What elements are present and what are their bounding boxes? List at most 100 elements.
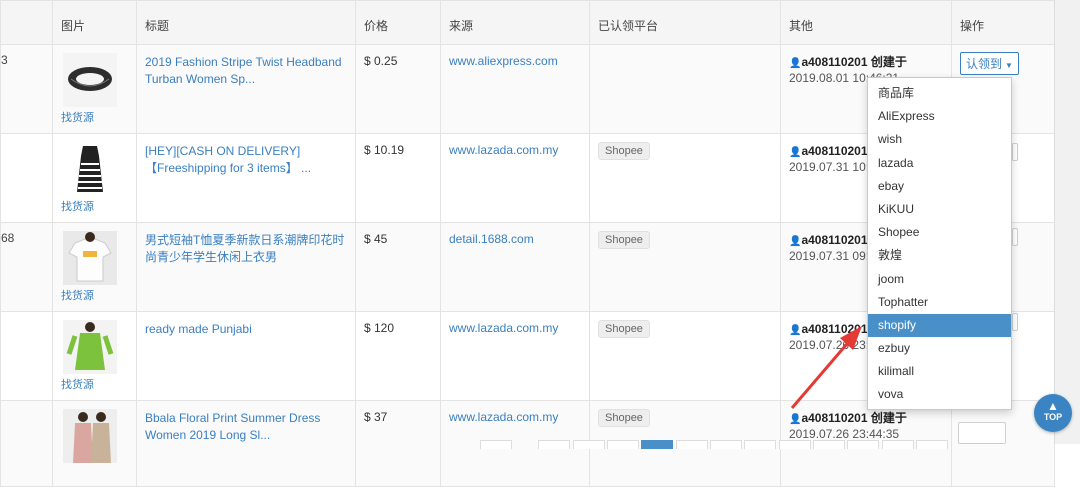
product-thumbnail[interactable] — [63, 231, 117, 285]
page-button-current[interactable] — [641, 440, 674, 449]
platform-cell: Shopee — [589, 133, 781, 223]
page-button[interactable] — [675, 440, 708, 449]
source-cell: www.aliexpress.com — [440, 44, 590, 134]
table-header: 图片 标题 价格 来源 已认领平台 其他 操作 — [0, 0, 1055, 45]
arrow-up-icon: ▲ — [1047, 399, 1059, 413]
dropdown-item[interactable]: vova — [868, 383, 1011, 406]
product-title-link[interactable]: [HEY][CASH ON DELIVERY]【Freeshipping for… — [145, 142, 347, 177]
col-header-actions: 操作 — [951, 0, 1055, 45]
user-icon: 👤 — [789, 325, 802, 336]
title-cell: [HEY][CASH ON DELIVERY]【Freeshipping for… — [136, 133, 356, 223]
row-action-button[interactable] — [1012, 228, 1018, 246]
row-id-cell — [0, 133, 53, 223]
find-source-link[interactable]: 找货源 — [61, 379, 94, 391]
caret-down-icon: ▼ — [1005, 61, 1013, 70]
dropdown-item[interactable]: lazada — [868, 152, 1011, 175]
source-link[interactable]: www.lazada.com.my — [449, 320, 581, 335]
dropdown-item[interactable]: Tophatter — [868, 291, 1011, 314]
platform-badge: Shopee — [598, 142, 650, 160]
platform-cell: Shopee — [589, 311, 781, 401]
dropdown-item[interactable]: 商品库 — [868, 82, 1011, 105]
creator-text: 👤a408110201 创建于 — [789, 409, 943, 426]
dropdown-item-selected[interactable]: shopify — [868, 313, 1011, 338]
dropdown-item[interactable]: KiKUU — [868, 198, 1011, 221]
page-button[interactable] — [916, 440, 949, 449]
source-link[interactable]: www.aliexpress.com — [449, 53, 581, 68]
page-button[interactable] — [710, 440, 743, 449]
user-icon: 👤 — [789, 58, 802, 69]
price-cell: $ 0.25 — [355, 44, 441, 134]
image-cell: 找货源 — [52, 44, 137, 134]
delete-button[interactable] — [958, 422, 1006, 444]
page-button[interactable] — [847, 440, 880, 449]
product-title-link[interactable]: ready made Punjabi — [145, 320, 347, 338]
title-cell: 男式短袖T恤夏季新款日系潮牌印花时尚青少年学生休闲上衣男 — [136, 222, 356, 312]
price-value: $ 45 — [364, 232, 388, 246]
product-thumbnail[interactable] — [63, 142, 117, 196]
claim-platform-dropdown: 商品库 AliExpress wish lazada ebay KiKUU Sh… — [867, 77, 1012, 410]
source-link[interactable]: detail.1688.com — [449, 231, 581, 246]
col-header-other: 其他 — [780, 0, 952, 45]
product-thumbnail[interactable] — [63, 409, 117, 463]
dropdown-item[interactable]: 敦煌 — [868, 244, 1011, 267]
price-cell: $ 10.19 — [355, 133, 441, 223]
page-button[interactable] — [744, 440, 777, 449]
price-value: $ 10.19 — [364, 143, 405, 157]
title-cell: ready made Punjabi — [136, 311, 356, 401]
claim-button-label: 认领到 — [966, 57, 1003, 71]
creator-name: a408110201 创建于 — [801, 55, 907, 69]
product-thumbnail[interactable] — [63, 320, 117, 374]
row-action-button[interactable] — [1012, 143, 1018, 161]
find-source-link[interactable]: 找货源 — [61, 290, 94, 302]
source-link[interactable]: www.lazada.com.my — [449, 142, 581, 157]
source-cell: www.lazada.com.my — [440, 133, 590, 223]
dropdown-item[interactable]: kilimall — [868, 360, 1011, 383]
row-id-cell — [0, 311, 53, 401]
product-thumbnail[interactable] — [63, 53, 117, 107]
dropdown-item[interactable]: ezbuy — [868, 337, 1011, 360]
source-cell: detail.1688.com — [440, 222, 590, 312]
vertical-scrollbar[interactable] — [1054, 0, 1080, 444]
col-header-price: 价格 — [355, 0, 441, 45]
platform-badge: Shopee — [598, 409, 650, 427]
product-title-link[interactable]: 2019 Fashion Stripe Twist Headband Turba… — [145, 53, 347, 88]
platform-cell: Shopee — [589, 222, 781, 312]
title-cell: 2019 Fashion Stripe Twist Headband Turba… — [136, 44, 356, 134]
dropdown-item[interactable]: ebay — [868, 175, 1011, 198]
page-button[interactable] — [572, 440, 605, 449]
product-title-link[interactable]: Bbala Floral Print Summer Dress Women 20… — [145, 409, 347, 444]
col-header-title: 标题 — [136, 0, 356, 45]
creator-name: a408110201 创建于 — [801, 411, 907, 425]
image-cell: 找货源 — [52, 311, 137, 401]
source-cell: www.lazada.com.my — [440, 311, 590, 401]
find-source-link[interactable]: 找货源 — [61, 201, 94, 213]
price-value: $ 0.25 — [364, 54, 398, 68]
dropdown-item[interactable]: joom — [868, 268, 1011, 291]
user-icon: 👤 — [789, 414, 802, 425]
row-id-cell: 3 — [0, 44, 53, 134]
scroll-top-label: TOP — [1043, 412, 1063, 422]
page-button[interactable] — [538, 440, 571, 449]
source-link[interactable]: www.lazada.com.my — [449, 409, 581, 424]
dropdown-item[interactable]: AliExpress — [868, 105, 1011, 128]
price-cell: $ 45 — [355, 222, 441, 312]
price-value: $ 37 — [364, 410, 388, 424]
col-header-image: 图片 — [52, 0, 137, 45]
price-cell: $ 120 — [355, 311, 441, 401]
page-button[interactable] — [778, 440, 811, 449]
scroll-top-button[interactable]: ▲ TOP — [1034, 394, 1072, 432]
page-button[interactable] — [881, 440, 914, 449]
page-button[interactable] — [813, 440, 846, 449]
creator-text: 👤a408110201 创建于 — [789, 53, 943, 70]
dropdown-item[interactable]: wish — [868, 128, 1011, 151]
row-action-button[interactable] — [1012, 313, 1018, 331]
user-icon: 👤 — [789, 236, 802, 247]
page-button[interactable] — [607, 440, 640, 449]
row-id-cell: 68 — [0, 222, 53, 312]
page-button[interactable] — [480, 440, 512, 449]
product-title-link[interactable]: 男式短袖T恤夏季新款日系潮牌印花时尚青少年学生休闲上衣男 — [145, 231, 347, 266]
claim-dropdown-button[interactable]: 认领到 ▼ — [960, 52, 1019, 75]
col-header-source: 来源 — [440, 0, 590, 45]
dropdown-item[interactable]: Shopee — [868, 221, 1011, 244]
find-source-link[interactable]: 找货源 — [61, 112, 94, 124]
